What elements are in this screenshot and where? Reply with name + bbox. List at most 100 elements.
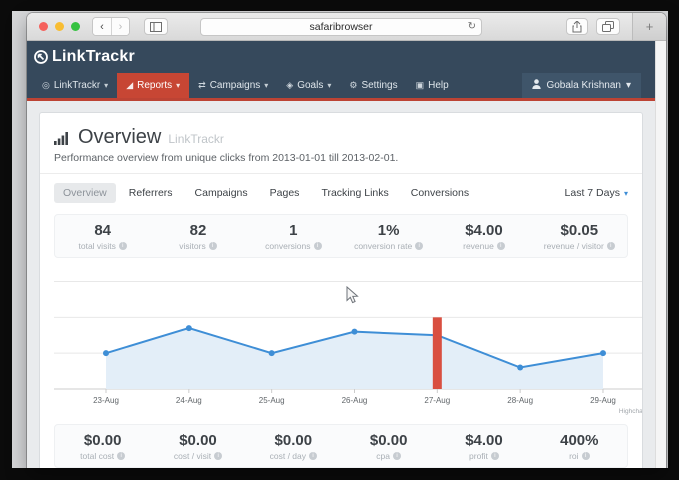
stat-value: 84 (55, 222, 150, 239)
user-name: Gobala Krishnan (546, 80, 621, 91)
stat-revenue-visitor: $0.05 revenue / visitor (532, 222, 627, 251)
nav-item-help[interactable]: ▣Help (407, 73, 458, 98)
address-bar[interactable]: safaribrowser ↻ (200, 18, 482, 36)
sidebar-toggle-button[interactable] (144, 18, 168, 35)
stat-label-text: visitors (179, 241, 205, 251)
svg-text:25-Aug: 25-Aug (259, 396, 285, 405)
stat-label-text: profit (469, 451, 488, 461)
tab-campaigns[interactable]: Campaigns (186, 183, 257, 203)
stats-row-top: 84 total visits 82visitors1 conversions 1% co… (54, 214, 628, 258)
stat-cost-visit: $0.00 cost / visit (150, 432, 245, 461)
stat-label: revenue / visitor (532, 241, 627, 251)
back-button[interactable]: ‹ (93, 18, 111, 35)
stat-label: total visits (55, 241, 150, 251)
svg-text:24-Aug: 24-Aug (176, 396, 202, 405)
svg-text:26-Aug: 26-Aug (342, 396, 368, 405)
stat-conversion-rate: 1% conversion rate (341, 222, 436, 251)
stat-value: $0.00 (246, 432, 341, 449)
info-icon[interactable] (415, 242, 423, 250)
stat-label-text: cost / day (270, 451, 306, 461)
overview-panel: Overview LinkTrackr Performance overview… (39, 112, 643, 468)
new-tab-button[interactable]: + (632, 13, 666, 40)
page-subtitle: Performance overview from unique clicks … (54, 152, 628, 164)
info-icon[interactable] (117, 452, 125, 460)
app-logo[interactable]: LinkTrackr (33, 48, 135, 66)
info-icon[interactable] (314, 242, 322, 250)
stat-label: conversions (246, 241, 341, 251)
web-page: LinkTrackr ◎LinkTrackr▾ ◢ Reports ▾ ⇄ Campaig… (27, 41, 655, 468)
stat-value: $0.00 (55, 432, 150, 449)
chevron-down-icon: ▾ (626, 80, 631, 91)
minimize-window-button[interactable] (55, 22, 64, 31)
svg-text:23-Aug: 23-Aug (93, 396, 119, 405)
info-icon[interactable] (309, 452, 317, 460)
nav-item-label: Reports (137, 80, 172, 91)
stat-value: 1 (246, 222, 341, 239)
info-icon[interactable] (497, 242, 505, 250)
sidebar-icon (150, 22, 162, 32)
chevron-down-icon: ▾ (264, 81, 268, 90)
stat-revenue: $4.00revenue (436, 222, 531, 251)
info-icon[interactable] (119, 242, 127, 250)
forward-button[interactable]: › (111, 18, 129, 35)
stat-value: $0.05 (532, 222, 627, 239)
tabs-bar: OverviewReferrersCampaignsPagesTracking … (40, 174, 642, 212)
chart-credit: Highcharts.com (619, 408, 643, 415)
nav-item-label: Settings (361, 80, 397, 91)
info-icon[interactable] (214, 452, 222, 460)
page-right-gutter (655, 41, 666, 468)
zoom-window-button[interactable] (71, 22, 80, 31)
tab-conversions[interactable]: Conversions (402, 183, 478, 203)
stat-cost-day: $0.00 cost / day (246, 432, 341, 461)
user-menu[interactable]: Gobala Krishnan ▾ (522, 73, 641, 98)
nav-item-reports[interactable]: ◢Reports▾ (117, 73, 189, 98)
toolbar-right-buttons (566, 18, 628, 35)
nav-item-campaigns[interactable]: ⇄ Campaigns▾ (189, 73, 277, 98)
nav-item-goals[interactable]: ◈Goals▾ (277, 73, 340, 98)
info-icon[interactable] (607, 242, 615, 250)
tab-overview[interactable]: Overview (54, 183, 116, 203)
info-icon[interactable] (393, 452, 401, 460)
info-icon[interactable] (491, 452, 499, 460)
nav-item-linktrackr[interactable]: ◎LinkTrackr▾ (33, 73, 117, 98)
stat-label: total cost (55, 451, 150, 461)
user-icon (532, 79, 541, 92)
stat-value: $0.00 (150, 432, 245, 449)
svg-text:27-Aug: 27-Aug (424, 396, 450, 405)
chevron-down-icon: ▾ (104, 81, 108, 90)
page-content: Overview LinkTrackr Performance overview… (27, 101, 655, 468)
stat-label-text: total visits (79, 241, 116, 251)
date-range-dropdown[interactable]: Last 7 Days ▾ (565, 187, 628, 199)
tab-referrers[interactable]: Referrers (120, 183, 182, 203)
nav-item-label: Help (428, 80, 449, 91)
info-icon[interactable] (582, 452, 590, 460)
app-navbar: LinkTrackr ◎LinkTrackr▾ ◢ Reports ▾ ⇄ Campaig… (27, 41, 655, 101)
stat-label: roi (532, 451, 627, 461)
nav-menu: ◎LinkTrackr▾◢Reports▾⇄Campaigns▾◈Goals▾⚙… (27, 73, 655, 98)
share-button[interactable] (566, 18, 588, 35)
browser-toolbar: ‹ › safaribrowser ↻ + (27, 13, 666, 41)
stats-row-bottom: $0.00total cost$0.00cost / visit$0.00cos… (54, 424, 628, 468)
nav-item-label: Campaigns (210, 80, 261, 91)
stat-label: cost / visit (150, 451, 245, 461)
reports-icon: ◢ (126, 80, 133, 91)
window-controls (39, 22, 80, 31)
svg-text:28-Aug: 28-Aug (507, 396, 533, 405)
close-window-button[interactable] (39, 22, 48, 31)
stat-value: 1% (341, 222, 436, 239)
stat-label: conversion rate (341, 241, 436, 251)
campaigns-icon: ⇄ (198, 80, 206, 91)
page-title: Overview (78, 126, 161, 149)
chevron-down-icon: ▾ (624, 189, 628, 198)
tab-overview-button[interactable] (596, 18, 620, 35)
stat-visitors: 82visitors (150, 222, 245, 251)
stat-label-text: conversions (265, 241, 310, 251)
stat-label: revenue (436, 241, 531, 251)
nav-item-settings[interactable]: ⚙Settings (340, 73, 406, 98)
tab-tracking-links[interactable]: Tracking Links (312, 183, 397, 203)
info-icon[interactable] (209, 242, 217, 250)
refresh-icon[interactable]: ↻ (468, 21, 476, 32)
stat-label: cost / day (246, 451, 341, 461)
chart-svg: 23-Aug24-Aug25-Aug26-Aug27-Aug28-Aug29-A… (54, 266, 643, 418)
tab-pages[interactable]: Pages (261, 183, 309, 203)
